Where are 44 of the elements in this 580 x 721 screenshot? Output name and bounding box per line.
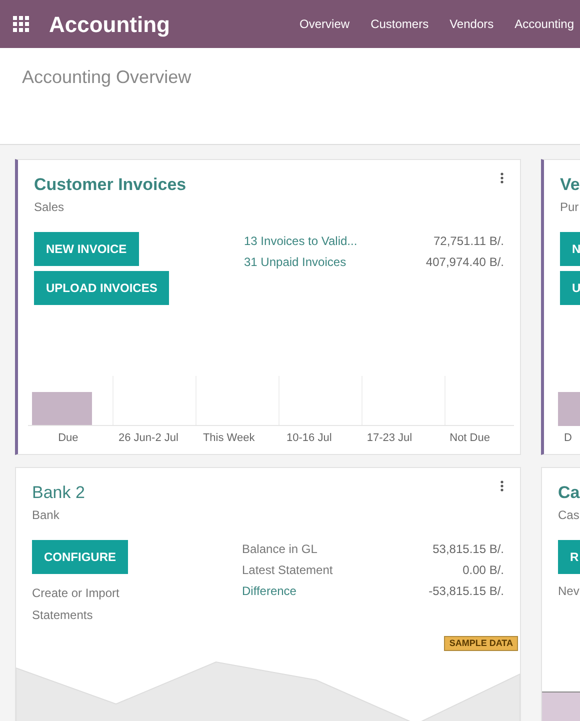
- stat-value: 407,974.40 B/.: [426, 254, 504, 270]
- card-subtitle: Sales: [33, 198, 66, 216]
- apps-menu-icon[interactable]: [13, 16, 29, 32]
- stat-link[interactable]: Difference: [242, 582, 296, 600]
- action-button[interactable]: R: [558, 540, 580, 574]
- menu-item[interactable]: Vendors: [450, 15, 494, 33]
- chart-axis-label: Due: [57, 430, 80, 446]
- card-title[interactable]: Bank 2: [32, 480, 85, 506]
- card-title[interactable]: Customer Invoices: [34, 172, 186, 198]
- menu-item[interactable]: Customers: [370, 15, 429, 33]
- stat-link[interactable]: 31 Unpaid Invoices: [244, 252, 346, 270]
- action-button[interactable]: U: [560, 270, 580, 304]
- chart-axis-label: This Week: [202, 430, 256, 446]
- stat-value: 53,815.15 B/.: [432, 540, 504, 558]
- action-button[interactable]: CONFIGURE: [32, 540, 128, 574]
- stat-value: 0.00 B/.: [462, 562, 504, 578]
- stat-label: Latest Statement: [242, 562, 333, 578]
- chart-axis-label: Not Due: [448, 430, 491, 446]
- menu-item[interactable]: Accounting: [514, 15, 574, 33]
- action-button[interactable]: UPLOAD INVOICES: [34, 270, 170, 304]
- card-title[interactable]: Ve: [544, 160, 580, 198]
- stat-link[interactable]: 13 Invoices to Valid...: [244, 232, 358, 250]
- stat-value: 72,751.11 B/.: [434, 232, 504, 250]
- create-statements-link[interactable]: Nev: [542, 582, 580, 600]
- card-subtitle: Cas: [557, 506, 580, 524]
- create-statements-link[interactable]: Create or Import Statements: [32, 582, 152, 626]
- chart-axis-label: D: [563, 430, 573, 446]
- more-options-icon[interactable]: [500, 480, 504, 492]
- chart-axis-label: 10-16 Jul: [286, 430, 333, 446]
- card-title[interactable]: Ca: [542, 468, 580, 506]
- stat-label: Balance in GL: [242, 540, 318, 558]
- app-name: Accounting: [49, 10, 170, 39]
- card-subtitle: Pur: [559, 198, 580, 216]
- menu-item[interactable]: Overview: [300, 15, 350, 33]
- action-button[interactable]: N: [560, 232, 580, 266]
- action-button[interactable]: NEW INVOICE: [34, 232, 139, 266]
- breadcrumb-title: Accounting Overview: [22, 67, 192, 87]
- stat-value: -53,815.15 B/.: [428, 582, 504, 600]
- bar-chart-drawing: [558, 392, 580, 426]
- more-options-icon[interactable]: [500, 172, 504, 184]
- chart-axis-label: 17-23 Jul: [366, 430, 414, 446]
- chart-axis-label: 26 Jun-2 Jul: [118, 430, 180, 446]
- sample-data-badge: SAMPLE DATA: [444, 636, 518, 651]
- card-subtitle: Bank: [31, 506, 60, 524]
